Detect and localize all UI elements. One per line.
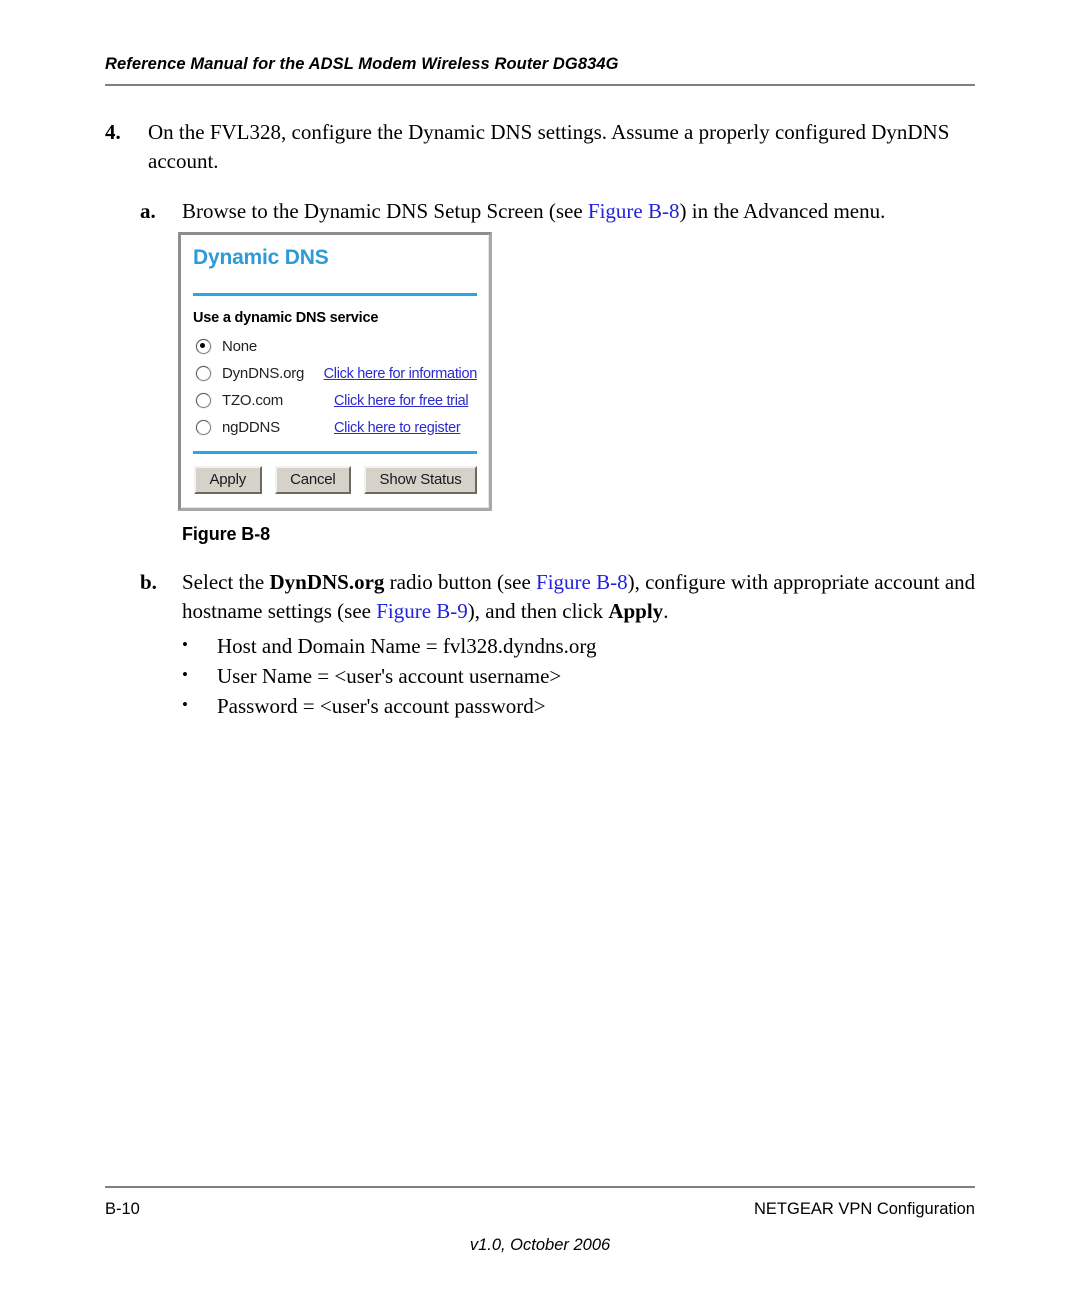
step-text-segment: ), and then click (467, 598, 609, 623)
settings-bullet-list: • Host and Domain Name = fvl328.dyndns.o… (0, 631, 1080, 721)
step-text-segment: Browse to the Dynamic DNS Setup Screen (… (182, 199, 588, 223)
info-link[interactable]: Click here for information (324, 366, 478, 382)
lettered-step-b: b. Select the DynDNS.org radio button (s… (140, 568, 985, 625)
register-link[interactable]: Click here to register (334, 420, 461, 436)
step-marker: b. (140, 570, 157, 594)
bullet-icon: • (182, 635, 188, 654)
numbered-step-4: 4. On the FVL328, configure the Dynamic … (105, 118, 985, 175)
header-divider (105, 84, 975, 86)
free-trial-link[interactable]: Click here for free trial (334, 393, 469, 409)
list-item: • Password = <user's account password> (182, 691, 1080, 721)
radio-option-label: None (222, 338, 258, 355)
show-status-button[interactable]: Show Status (364, 466, 477, 494)
panel-divider-bottom (193, 451, 477, 454)
bold-term-dyndns: DynDNS.org (269, 570, 385, 594)
lettered-step-a: a. Browse to the Dynamic DNS Setup Scree… (140, 197, 985, 226)
step-marker: a. (140, 199, 156, 223)
step-text-segment: radio button (see (384, 570, 537, 594)
footer-divider (105, 1186, 975, 1188)
radio-option-label: TZO.com (222, 392, 284, 409)
cancel-button[interactable]: Cancel (274, 466, 352, 494)
dynamic-dns-panel: Dynamic DNS Use a dynamic DNS service No… (178, 232, 492, 511)
panel-divider-top (193, 293, 477, 296)
list-item: • User Name = <user's account username> (182, 661, 1080, 691)
content-after-figure: b. Select the DynDNS.org radio button (s… (0, 568, 1080, 721)
footer-section-title: NETGEAR VPN Configuration (753, 1200, 975, 1218)
radio-button-icon[interactable] (196, 366, 211, 381)
step-text: On the FVL328, configure the Dynamic DNS… (148, 120, 950, 173)
apply-button[interactable]: Apply (194, 466, 262, 494)
radio-option-label: DynDNS.org (222, 365, 305, 382)
list-item-label: User Name = <user's account username> (217, 664, 562, 688)
page-footer: B-10 NETGEAR VPN Configuration v1.0, Oct… (105, 1186, 975, 1255)
figure-cross-reference[interactable]: Figure B-9 (376, 599, 468, 623)
bullet-icon: • (182, 695, 188, 714)
section-label: Use a dynamic DNS service (193, 310, 379, 326)
document-version: v1.0, October 2006 (469, 1236, 611, 1254)
list-item-label: Host and Domain Name = fvl328.dyndns.org (217, 634, 597, 658)
document-page: Reference Manual for the ADSL Modem Wire… (0, 0, 1080, 1296)
figure-dynamic-dns-screenshot: Dynamic DNS Use a dynamic DNS service No… (178, 232, 492, 511)
bold-term-apply: Apply (608, 598, 664, 623)
radio-option-tzo[interactable]: TZO.com Click here for free trial (193, 387, 477, 414)
panel-button-row: Apply Cancel Show Status (193, 464, 477, 496)
radio-button-icon[interactable] (196, 420, 211, 435)
step-text-segment: Select the (182, 570, 270, 594)
panel-title: Dynamic DNS (193, 246, 329, 269)
step-marker: 4. (105, 120, 121, 144)
radio-option-dyndns[interactable]: DynDNS.org Click here for information (193, 360, 477, 387)
radio-button-icon[interactable] (196, 339, 211, 354)
radio-button-icon[interactable] (196, 393, 211, 408)
page-header: Reference Manual for the ADSL Modem Wire… (105, 55, 975, 86)
step-text-segment: . (663, 598, 669, 623)
list-item: • Host and Domain Name = fvl328.dyndns.o… (182, 631, 1080, 661)
figure-caption: Figure B-8 (182, 524, 271, 544)
figure-cross-reference[interactable]: Figure B-8 (588, 199, 680, 223)
step-text-segment: ) in the Advanced menu. (679, 199, 886, 223)
figure-cross-reference[interactable]: Figure B-8 (536, 570, 628, 594)
radio-option-ngddns[interactable]: ngDDNS Click here to register (193, 414, 477, 441)
header-title: Reference Manual for the ADSL Modem Wire… (105, 55, 619, 73)
bullet-icon: • (182, 665, 188, 684)
page-content: 4. On the FVL328, configure the Dynamic … (0, 118, 1080, 226)
panel-inner: Dynamic DNS Use a dynamic DNS service No… (181, 235, 489, 508)
radio-option-none[interactable]: None (193, 333, 477, 360)
radio-option-label: ngDDNS (222, 419, 280, 436)
footer-row: B-10 NETGEAR VPN Configuration (105, 1200, 975, 1219)
list-item-label: Password = <user's account password> (217, 694, 546, 718)
page-number: B-10 (105, 1200, 140, 1218)
